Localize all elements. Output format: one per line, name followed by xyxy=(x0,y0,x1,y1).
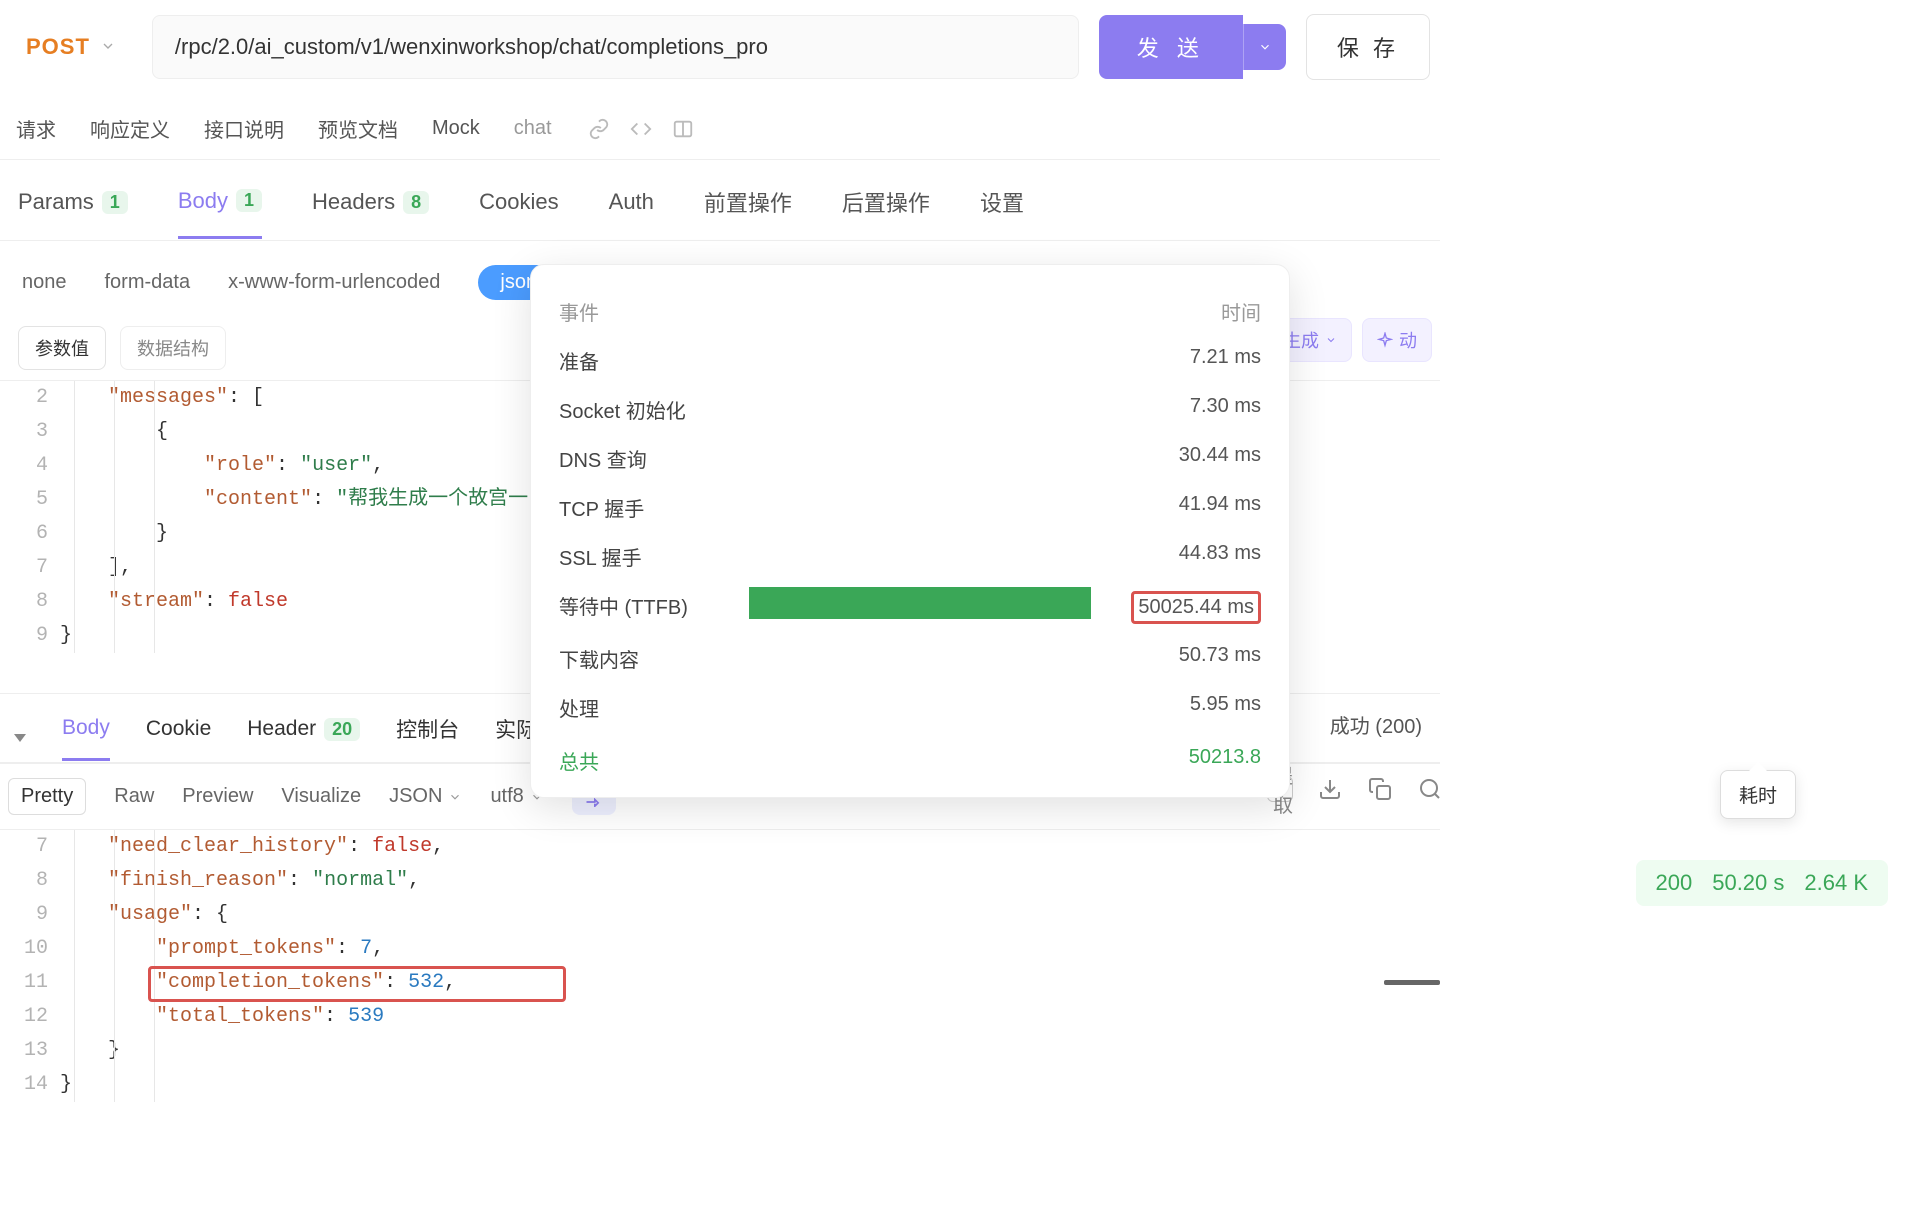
timing-row-value: 5.95 ms xyxy=(1190,693,1261,722)
resp-tab-console[interactable]: 控制台 xyxy=(396,714,459,762)
panel-icon[interactable] xyxy=(672,118,694,140)
http-method-select[interactable]: POST xyxy=(10,22,132,72)
resp-view-visualize[interactable]: Visualize xyxy=(281,785,361,808)
timing-row-label: 下载内容 xyxy=(559,644,639,673)
link-icon[interactable] xyxy=(588,118,610,140)
status-time: 50.20 s xyxy=(1712,870,1784,896)
timing-row-label: TCP 握手 xyxy=(559,493,644,522)
timing-breakdown-popup: 事件 时间 准备 7.21 ms Socket 初始化 7.30 ms DNS 查询 30.… xyxy=(530,264,1290,798)
subtab-params-label: Params xyxy=(18,189,94,215)
timing-row-label: 等待中 (TTFB) xyxy=(559,591,688,624)
save-button[interactable]: 保 存 xyxy=(1306,14,1430,80)
search-icon[interactable] xyxy=(1417,776,1443,802)
status-code: 200 xyxy=(1656,870,1693,896)
subtab-post-request[interactable]: 后置操作 xyxy=(842,186,930,240)
param-value-button[interactable]: 参数值 xyxy=(18,326,106,370)
timing-row: Socket 初始化 7.30 ms xyxy=(559,385,1261,434)
copy-icon[interactable] xyxy=(1367,776,1393,802)
resp-tab-header[interactable]: Header 20 xyxy=(247,717,360,759)
timing-row-label: DNS 查询 xyxy=(559,444,647,473)
timing-hdr-event: 事件 xyxy=(559,297,599,326)
download-icon[interactable] xyxy=(1317,776,1343,802)
response-body-editor[interactable]: 7891011121314 "need_clear_history": fals… xyxy=(0,829,1440,1102)
header-badge: 20 xyxy=(324,718,360,741)
auto-action-label: 动 xyxy=(1399,327,1417,353)
timing-row-value: 44.83 ms xyxy=(1179,542,1261,571)
timing-total-label: 总共 xyxy=(559,746,599,775)
resp-view-preview[interactable]: Preview xyxy=(182,785,253,808)
resp-format-select[interactable]: JSON xyxy=(389,785,462,808)
timing-row-label: Socket 初始化 xyxy=(559,395,686,424)
subtab-pre-request[interactable]: 前置操作 xyxy=(704,186,792,240)
tab-chat[interactable]: chat xyxy=(512,113,554,144)
timing-row-value: 7.30 ms xyxy=(1190,395,1261,424)
ttfb-bar xyxy=(749,587,1091,619)
highlight-box xyxy=(148,966,566,1002)
subtab-headers[interactable]: Headers 8 xyxy=(312,189,429,237)
timing-row: 处理 5.95 ms xyxy=(559,683,1261,732)
resp-tab-cookie[interactable]: Cookie xyxy=(146,717,211,759)
subtab-settings[interactable]: 设置 xyxy=(980,186,1024,240)
resp-view-pretty[interactable]: Pretty xyxy=(8,778,86,815)
params-badge: 1 xyxy=(102,191,128,214)
subtab-body-label: Body xyxy=(178,188,228,214)
elapsed-tooltip: 耗时 xyxy=(1720,770,1796,819)
send-button[interactable]: 发 送 xyxy=(1099,15,1243,79)
bodytype-form-data[interactable]: form-data xyxy=(105,271,191,294)
subtab-cookies[interactable]: Cookies xyxy=(479,189,558,237)
bodytype-none[interactable]: none xyxy=(22,271,67,294)
timing-row-value: 50.73 ms xyxy=(1179,644,1261,673)
subtab-params[interactable]: Params 1 xyxy=(18,189,128,237)
send-dropdown-button[interactable] xyxy=(1243,24,1286,70)
body-badge: 1 xyxy=(236,189,262,212)
timing-hdr-time: 时间 xyxy=(1221,297,1261,326)
resp-tab-header-label: Header xyxy=(247,717,316,741)
subtab-headers-label: Headers xyxy=(312,189,395,215)
minimap[interactable] xyxy=(1434,830,1440,1102)
resp-format-label: JSON xyxy=(389,785,442,808)
resp-tab-body[interactable]: Body xyxy=(62,716,110,761)
minimap-marker xyxy=(1384,980,1440,985)
bodytype-urlencoded[interactable]: x-www-form-urlencoded xyxy=(228,271,440,294)
subtab-body[interactable]: Body 1 xyxy=(178,188,262,239)
request-url-input[interactable] xyxy=(152,15,1079,79)
timing-row-label: 准备 xyxy=(559,346,599,375)
response-status-pill[interactable]: 200 50.20 s 2.64 K xyxy=(1636,860,1889,906)
timing-row-label: SSL 握手 xyxy=(559,542,642,571)
data-structure-button[interactable]: 数据结构 xyxy=(120,326,226,370)
timing-row: DNS 查询 30.44 ms xyxy=(559,434,1261,483)
timing-row-value: 30.44 ms xyxy=(1179,444,1261,473)
tab-mock[interactable]: Mock xyxy=(430,113,482,144)
tab-request[interactable]: 请求 xyxy=(14,110,58,147)
auto-action-button[interactable]: 动 xyxy=(1362,318,1432,362)
tab-api-desc[interactable]: 接口说明 xyxy=(202,110,286,147)
timing-row: 下载内容 50.73 ms xyxy=(559,634,1261,683)
subtab-auth[interactable]: Auth xyxy=(609,189,654,237)
timing-row-value: 7.21 ms xyxy=(1190,346,1261,375)
tab-preview-doc[interactable]: 预览文档 xyxy=(316,110,400,147)
timing-row: 准备 7.21 ms xyxy=(559,336,1261,385)
headers-badge: 8 xyxy=(403,191,429,214)
status-size: 2.64 K xyxy=(1804,870,1868,896)
response-status-summary: 成功 (200) xyxy=(1330,710,1422,739)
timing-row: 等待中 (TTFB) 50025.44 ms xyxy=(559,581,1261,634)
code-icon[interactable] xyxy=(630,118,652,140)
tab-response-def[interactable]: 响应定义 xyxy=(88,110,172,147)
resp-encoding-label: utf8 xyxy=(490,785,523,808)
chevron-down-icon xyxy=(100,34,116,60)
timing-row-value: 41.94 ms xyxy=(1179,493,1261,522)
timing-total-value: 50213.8 xyxy=(1189,746,1261,775)
timing-row-value: 50025.44 ms xyxy=(1131,591,1261,624)
timing-row: TCP 握手 41.94 ms xyxy=(559,483,1261,532)
collapse-response-icon[interactable] xyxy=(14,734,26,742)
timing-row: SSL 握手 44.83 ms xyxy=(559,532,1261,581)
method-label: POST xyxy=(26,34,90,60)
resp-view-raw[interactable]: Raw xyxy=(114,785,154,808)
timing-row-label: 处理 xyxy=(559,693,599,722)
